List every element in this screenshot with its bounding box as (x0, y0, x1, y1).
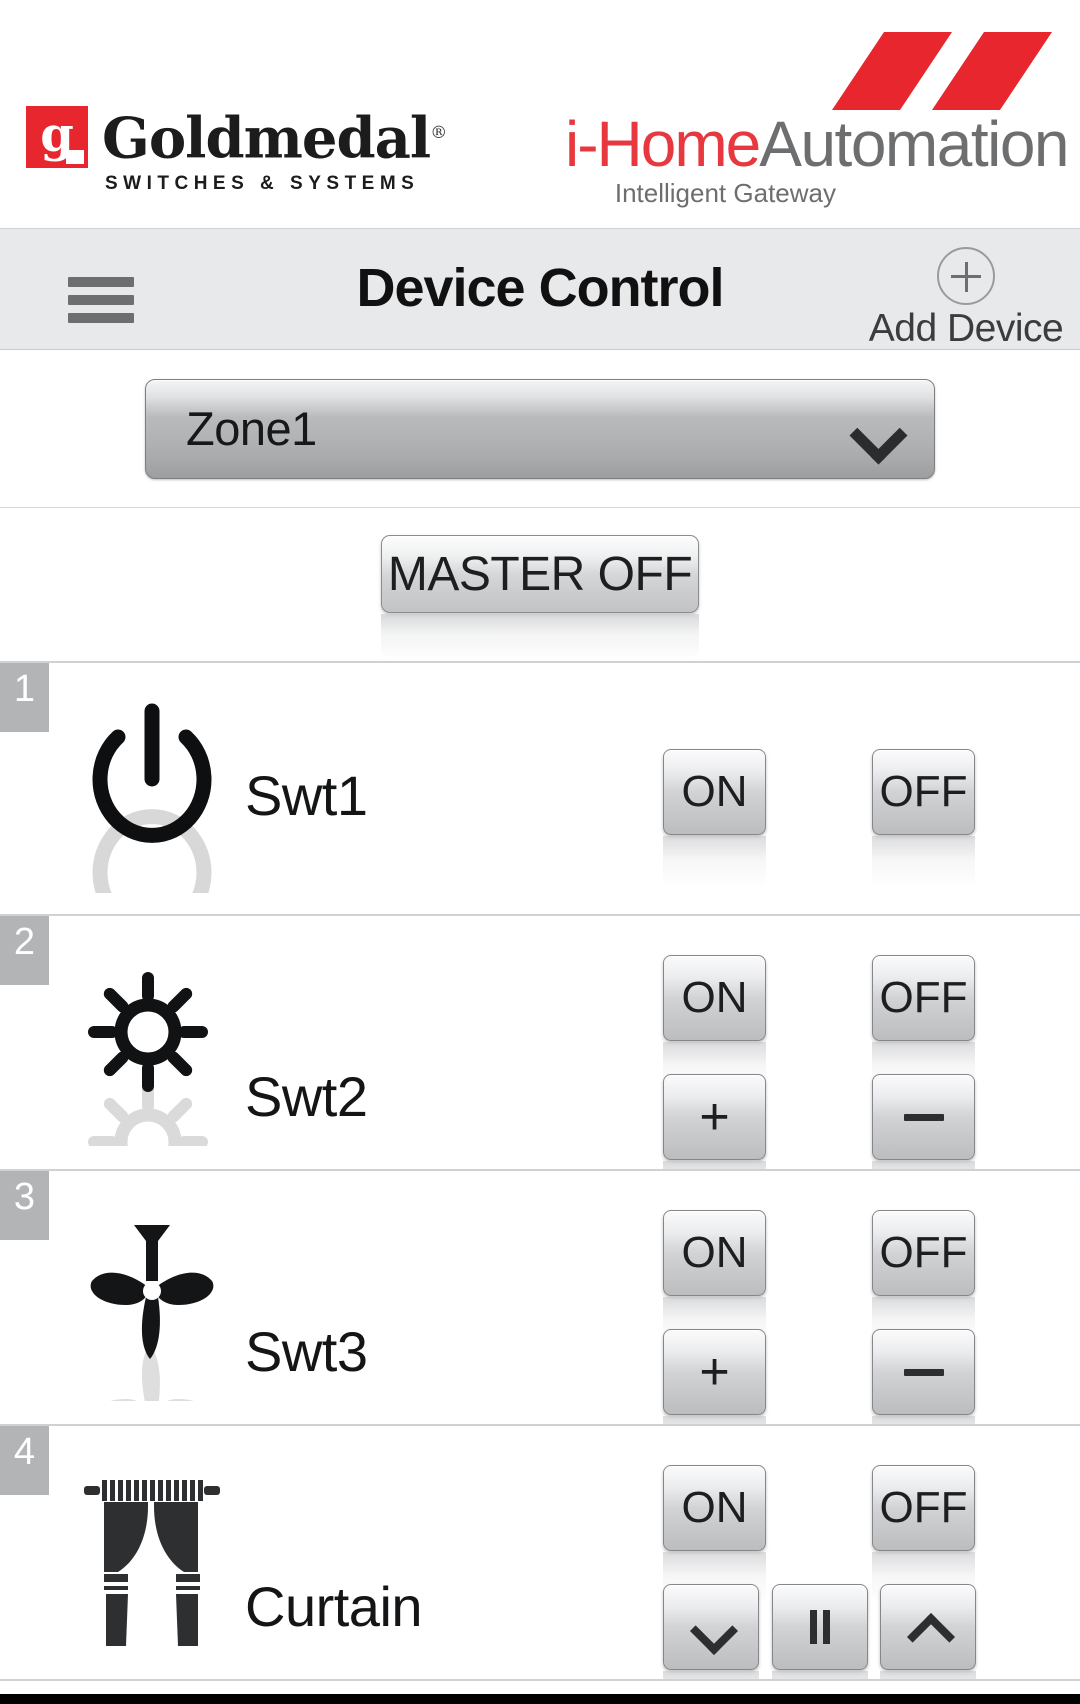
button-reflection (663, 1671, 759, 1679)
device-off-button[interactable]: OFF (872, 955, 975, 1041)
curtain-close-button-wrap (880, 1584, 976, 1679)
curtain-close-button[interactable] (880, 1584, 976, 1670)
curtain-open-button-wrap (663, 1584, 759, 1679)
device-index-badge: 3 (0, 1171, 49, 1240)
registered-mark: ® (430, 123, 447, 143)
table-row: 2 Swt2 ON OFF + (0, 916, 1080, 1171)
goldmedal-mark-corner (66, 150, 84, 164)
device-decrease-button[interactable] (872, 1074, 975, 1160)
navbar: Device Control Add Device (0, 228, 1080, 350)
pause-icon (806, 1610, 834, 1644)
table-row: 4 Curtain ON OFF (0, 1426, 1080, 1681)
goldmedal-wordmark: Goldmedal® (102, 104, 447, 168)
button-reflection (872, 1416, 975, 1424)
arrow-up-icon (908, 1616, 948, 1638)
master-off-button[interactable]: MASTER OFF (381, 535, 699, 613)
device-index-badge: 1 (0, 663, 49, 732)
ihome-name-gray: Automation (759, 108, 1069, 180)
add-device-label: Add Device (868, 307, 1064, 350)
device-increase-button[interactable]: + (663, 1329, 766, 1415)
device-on-button[interactable]: ON (663, 1465, 766, 1551)
goldmedal-mark-icon: g (26, 106, 88, 168)
device-index-badge: 2 (0, 916, 49, 985)
light-bulb-sun-icon (82, 956, 222, 1146)
power-icon (82, 703, 222, 893)
goldmedal-word-text: Goldmedal (102, 105, 431, 172)
master-off-container: MASTER OFF (0, 508, 1080, 663)
device-name: Swt2 (245, 1065, 368, 1128)
add-device-button[interactable]: Add Device (866, 247, 1066, 351)
curtain-stop-button[interactable] (772, 1584, 868, 1670)
curtain-open-button[interactable] (663, 1584, 759, 1670)
device-on-button[interactable]: ON (663, 955, 766, 1041)
minus-icon (903, 1113, 944, 1121)
goldmedal-tagline: SWITCHES & SYSTEMS (105, 172, 420, 194)
button-reflection (663, 1161, 766, 1169)
goldmedal-logo: g Goldmedal® SWITCHES & SYSTEMS (26, 104, 447, 195)
button-reflection (872, 836, 975, 888)
bottom-edge-bar (0, 1694, 1080, 1704)
device-decrease-button-wrap (872, 1329, 975, 1424)
device-index-badge: 4 (0, 1426, 49, 1495)
button-reflection (872, 1161, 975, 1169)
button-reflection (772, 1671, 868, 1679)
device-increase-button-wrap: + (663, 1074, 766, 1169)
master-off-reflection (381, 614, 699, 660)
device-name: Swt3 (245, 1320, 368, 1383)
device-decrease-button[interactable] (872, 1329, 975, 1415)
ihome-slashes-icon (565, 32, 1052, 110)
device-off-button[interactable]: OFF (872, 1210, 975, 1296)
device-off-button[interactable]: OFF (872, 749, 975, 835)
table-row: 1 Swt1 ON OFF (0, 663, 1080, 916)
zone-selected-value: Zone1 (186, 402, 317, 455)
button-reflection (880, 1671, 976, 1679)
device-on-button[interactable]: ON (663, 749, 766, 835)
ihome-logo: i-HomeAutomation Intelligent Gateway (565, 32, 1069, 209)
device-name: Curtain (245, 1575, 423, 1638)
device-name: Swt1 (245, 764, 368, 827)
device-increase-button-wrap: + (663, 1329, 766, 1424)
device-increase-button[interactable]: + (663, 1074, 766, 1160)
device-on-button[interactable]: ON (663, 1210, 766, 1296)
device-on-button-wrap: ON (663, 749, 766, 888)
plus-circle-icon (937, 247, 995, 305)
device-off-button-wrap: OFF (872, 749, 975, 888)
brand-header: g Goldmedal® SWITCHES & SYSTEMS i-HomeAu… (0, 0, 1080, 228)
ihome-name-red: i-Home (565, 108, 761, 180)
curtain-stop-button-wrap (772, 1584, 868, 1679)
device-list: 1 Swt1 ON OFF 2 Swt2 ON OFF + 3 Swt3 ON … (0, 663, 1080, 1681)
chevron-down-icon (854, 415, 900, 443)
arrow-down-icon (691, 1616, 731, 1638)
device-decrease-button-wrap (872, 1074, 975, 1169)
ceiling-fan-icon (82, 1211, 222, 1401)
minus-icon (903, 1368, 944, 1376)
ihome-tagline: Intelligent Gateway (614, 178, 836, 208)
zone-select[interactable]: Zone1 (145, 378, 935, 479)
table-row: 3 Swt3 ON OFF + (0, 1171, 1080, 1426)
zone-selector-container: Zone1 (0, 350, 1080, 508)
button-reflection (663, 836, 766, 888)
curtain-icon (82, 1466, 222, 1656)
button-reflection (663, 1416, 766, 1424)
ihome-wordmark: i-HomeAutomation (565, 112, 1069, 176)
device-off-button[interactable]: OFF (872, 1465, 975, 1551)
